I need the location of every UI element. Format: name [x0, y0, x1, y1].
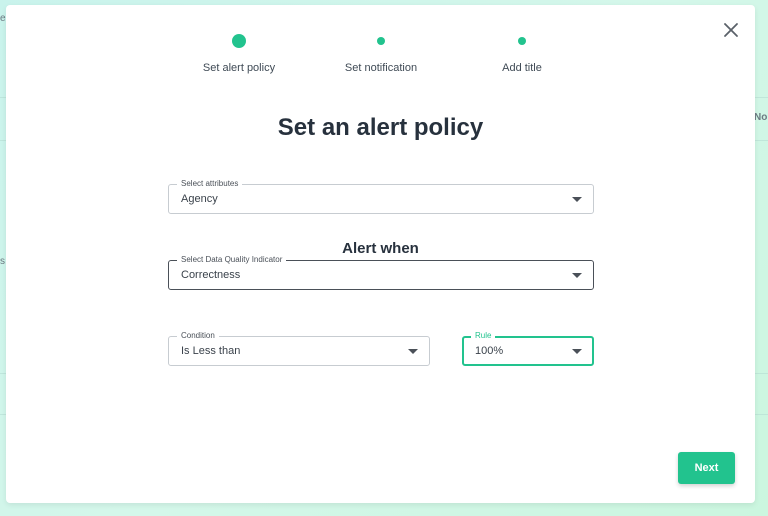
step-label: Add title: [502, 62, 542, 74]
alert-when-heading: Alert when: [342, 240, 419, 257]
next-button[interactable]: Next: [678, 452, 735, 484]
step-add-title: Add title: [447, 31, 597, 74]
attributes-select[interactable]: Select attributes Agency: [168, 178, 594, 214]
step-label: Set alert policy: [202, 62, 276, 74]
backdrop-text: No: [754, 112, 768, 123]
field-value: Agency: [181, 193, 218, 205]
step-dot: [518, 37, 526, 45]
field-label: Condition: [177, 330, 219, 342]
chevron-down-icon: [572, 273, 582, 278]
page-title: Set an alert policy: [277, 114, 484, 141]
field-label: Rule: [471, 330, 496, 342]
chevron-down-icon: [572, 349, 582, 354]
rule-select[interactable]: Rule 100%: [462, 330, 594, 366]
close-button[interactable]: [722, 21, 740, 39]
chevron-down-icon: [408, 349, 418, 354]
step-set-alert-policy: Set alert policy: [164, 31, 314, 74]
field-value: Correctness: [181, 269, 241, 281]
field-value: 100%: [475, 345, 504, 357]
close-icon: [724, 23, 738, 37]
step-dot: [377, 37, 385, 45]
step-dot-active: [232, 34, 246, 48]
backdrop-text: s: [0, 256, 5, 267]
chevron-down-icon: [572, 197, 582, 202]
quality-indicator-select[interactable]: Select Data Quality Indicator Correctnes…: [168, 254, 594, 290]
condition-select[interactable]: Condition Is Less than: [168, 330, 430, 366]
step-set-notification: Set notification: [306, 31, 456, 74]
field-label: Select Data Quality Indicator: [177, 254, 287, 266]
field-value: Is Less than: [181, 345, 241, 357]
field-label: Select attributes: [177, 178, 243, 190]
step-label: Set notification: [344, 62, 418, 74]
alert-policy-modal: Set alert policy Set notification Add ti…: [6, 5, 755, 503]
